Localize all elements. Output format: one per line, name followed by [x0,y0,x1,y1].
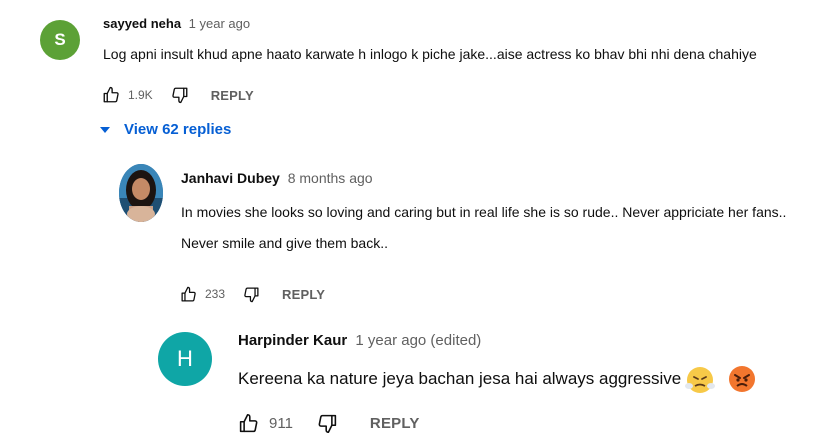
comment-text-body: Kereena ka nature jeya bachan jesa hai a… [238,369,682,388]
thumb-down-icon[interactable] [317,413,338,434]
profile-photo [119,164,163,222]
avatar[interactable] [119,164,163,222]
author-name[interactable]: Harpinder Kaur [238,332,347,349]
angry-face-emoji [727,364,757,394]
reply-button[interactable]: REPLY [370,415,420,432]
avatar[interactable]: S [40,20,80,60]
comment-actions: 1.9K REPLY [102,85,254,105]
author-name[interactable]: sayyed neha [103,16,181,31]
comment-text: Log apni insult khud apne haato karwate … [103,46,757,62]
reply-harpinder: H Harpinder Kaur 1 year ago (edited) Ker… [0,318,829,448]
reply-janhavi: Janhavi Dubey 8 months ago In movies she… [0,155,829,305]
comment-header: sayyed neha 1 year ago [103,16,250,31]
like-count: 1.9K [128,88,153,102]
comment-thread-sayyed: S sayyed neha 1 year ago Log apni insult… [0,0,829,150]
view-replies-button[interactable]: View 62 replies [100,121,231,138]
comment-text-line-1: In movies she looks so loving and caring… [181,204,787,220]
comment-header: Harpinder Kaur 1 year ago (edited) [238,332,481,349]
thumb-up-icon[interactable] [238,413,259,434]
comment-header: Janhavi Dubey 8 months ago [181,170,373,186]
like-count: 911 [269,414,293,432]
reply-button[interactable]: REPLY [282,287,325,302]
author-name[interactable]: Janhavi Dubey [181,170,280,186]
thumb-down-icon[interactable] [243,286,260,303]
comment-actions: 233 REPLY [180,284,325,304]
caret-down-icon [100,126,110,133]
thumb-up-icon[interactable] [102,86,120,104]
comment-actions: 911 REPLY [238,412,420,434]
timestamp[interactable]: 1 year ago [189,16,250,31]
reply-button[interactable]: REPLY [211,88,254,103]
timestamp[interactable]: 1 year ago (edited) [355,332,481,349]
comment-text: Kereena ka nature jeya bachan jesa hai a… [238,364,757,394]
like-count: 233 [205,287,226,301]
steaming-face-emoji [685,364,716,394]
comment-text-line-2: Never smile and give them back.. [181,235,388,251]
thumb-down-icon[interactable] [171,86,189,104]
avatar[interactable]: H [158,332,212,386]
thumb-up-icon[interactable] [180,286,197,303]
timestamp[interactable]: 8 months ago [288,170,373,186]
view-replies-label: View 62 replies [124,121,232,138]
